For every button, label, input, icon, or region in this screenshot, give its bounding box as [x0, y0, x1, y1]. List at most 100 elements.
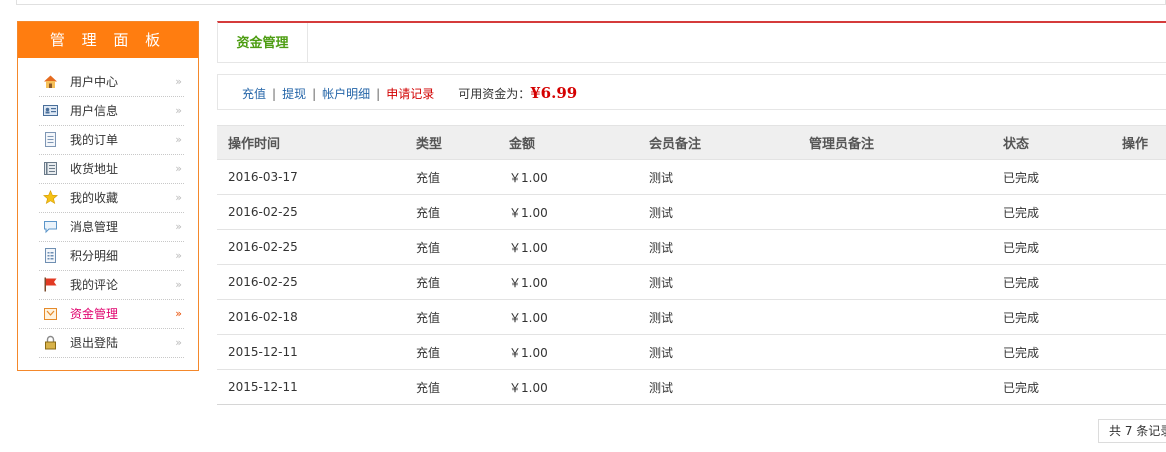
- chevron-right-icon: »: [175, 220, 182, 233]
- sidebar-item-label: 我的订单: [70, 133, 119, 147]
- cell-member-note: 测试: [649, 299, 809, 335]
- sidebar-item-user-center[interactable]: 用户中心 »: [39, 68, 184, 97]
- cell-member-note: 测试: [649, 334, 809, 370]
- cell-action: [1122, 299, 1166, 335]
- available-funds: 可用资金为：¥6.99: [458, 84, 578, 102]
- cell-action: [1122, 229, 1166, 265]
- pagination-summary: 共 7 条记录: [1098, 419, 1166, 443]
- management-panel: 管 理 面 板 用户中心 » 用户信息 » 我的订单 » 收货地址 » 我的收藏…: [17, 21, 199, 371]
- cell-action: [1122, 334, 1166, 370]
- cell-time: 2016-03-17: [217, 159, 416, 195]
- table-row: 2016-02-25 充值 ￥1.00 测试 已完成: [217, 229, 1166, 265]
- column-header-admin-note: 管理员备注: [809, 125, 1003, 160]
- sidebar-item-logout[interactable]: 退出登陆 »: [39, 329, 184, 358]
- cell-action: [1122, 369, 1166, 405]
- tab-bar: 资金管理: [217, 21, 1166, 63]
- cell-amount: ￥1.00: [509, 299, 649, 335]
- cell-amount: ￥1.00: [509, 369, 649, 405]
- cell-member-note: 测试: [649, 159, 809, 195]
- chevron-right-icon: »: [175, 191, 182, 204]
- tab-fund-management[interactable]: 资金管理: [218, 23, 308, 63]
- table-row: 2016-02-25 充值 ￥1.00 测试 已完成: [217, 264, 1166, 300]
- sidebar-item-messages[interactable]: 消息管理 »: [39, 213, 184, 242]
- sidebar-item-points-details[interactable]: 积分明细 »: [39, 242, 184, 271]
- chevron-right-icon: »: [175, 278, 182, 291]
- cell-status: 已完成: [1003, 369, 1122, 405]
- sidebar-item-label: 收货地址: [70, 162, 119, 176]
- sidebar-item-user-info[interactable]: 用户信息 »: [39, 97, 184, 126]
- available-funds-label: 可用资金为：: [458, 87, 531, 101]
- cell-admin-note: [809, 299, 1003, 335]
- cell-amount: ￥1.00: [509, 229, 649, 265]
- cell-action: [1122, 194, 1166, 230]
- sidebar-item-my-comments[interactable]: 我的评论 »: [39, 271, 184, 300]
- sidebar-menu: 用户中心 » 用户信息 » 我的订单 » 收货地址 » 我的收藏 » 消息管理 …: [39, 68, 184, 358]
- sidebar-item-label: 用户中心: [70, 75, 119, 89]
- cell-admin-note: [809, 159, 1003, 195]
- sidebar-item-label: 我的评论: [70, 278, 119, 292]
- cell-status: 已完成: [1003, 334, 1122, 370]
- cell-time: 2016-02-25: [217, 194, 416, 230]
- cell-type: 充值: [416, 264, 509, 300]
- cell-member-note: 测试: [649, 369, 809, 405]
- speech-bubble-icon: [43, 219, 58, 234]
- flag-icon: [43, 277, 58, 292]
- chevron-right-icon: »: [175, 133, 182, 146]
- document-icon: [43, 132, 58, 147]
- withdraw-link[interactable]: 提现: [282, 87, 306, 101]
- column-header-amount: 金额: [509, 125, 649, 160]
- cell-type: 充值: [416, 369, 509, 405]
- cell-member-note: 测试: [649, 264, 809, 300]
- table-row: 2016-02-18 充值 ￥1.00 测试 已完成: [217, 299, 1166, 335]
- sidebar-item-my-orders[interactable]: 我的订单 »: [39, 126, 184, 155]
- cell-admin-note: [809, 194, 1003, 230]
- table-row: 2016-02-25 充值 ￥1.00 测试 已完成: [217, 194, 1166, 230]
- column-header-type: 类型: [416, 125, 509, 160]
- separator: |: [312, 87, 317, 101]
- column-header-action: 操作: [1122, 125, 1166, 160]
- cell-type: 充值: [416, 299, 509, 335]
- cell-status: 已完成: [1003, 299, 1122, 335]
- separator: |: [376, 87, 381, 101]
- application-records-link[interactable]: 申请记录: [386, 87, 434, 101]
- cell-status: 已完成: [1003, 194, 1122, 230]
- cell-action: [1122, 159, 1166, 195]
- sidebar-item-label: 消息管理: [70, 220, 119, 234]
- cell-type: 充值: [416, 194, 509, 230]
- cell-member-note: 测试: [649, 229, 809, 265]
- cell-amount: ￥1.00: [509, 194, 649, 230]
- fund-actions-bar: 充值 | 提现 | 帐户明细 | 申请记录 可用资金为：¥6.99: [217, 74, 1166, 110]
- sidebar-item-shipping-address[interactable]: 收货地址 »: [39, 155, 184, 184]
- sidebar-item-label: 用户信息: [70, 104, 119, 118]
- cell-admin-note: [809, 264, 1003, 300]
- available-funds-value: ¥6.99: [530, 84, 578, 102]
- sidebar-item-label: 积分明细: [70, 249, 119, 263]
- sidebar-item-favorites[interactable]: 我的收藏 »: [39, 184, 184, 213]
- sidebar-item-label: 我的收藏: [70, 191, 119, 205]
- chevron-right-icon: »: [175, 162, 182, 175]
- cell-admin-note: [809, 229, 1003, 265]
- sidebar-item-label: 退出登陆: [70, 336, 119, 350]
- column-header-member-note: 会员备注: [649, 125, 809, 160]
- cell-type: 充值: [416, 159, 509, 195]
- sidebar-item-fund-management[interactable]: 资金管理 »: [39, 300, 184, 329]
- chevron-right-icon: »: [175, 104, 182, 117]
- account-details-link[interactable]: 帐户明细: [322, 87, 370, 101]
- cell-time: 2015-12-11: [217, 369, 416, 405]
- recharge-link[interactable]: 充值: [242, 87, 266, 101]
- table-header-row: 操作时间 类型 金额 会员备注 管理员备注 状态 操作: [217, 125, 1166, 160]
- chevron-right-icon: »: [175, 249, 182, 262]
- list-icon: [43, 248, 58, 263]
- cell-time: 2016-02-25: [217, 264, 416, 300]
- sidebar-item-label: 资金管理: [70, 307, 119, 321]
- cell-amount: ￥1.00: [509, 159, 649, 195]
- top-divider: [16, 0, 1166, 5]
- star-icon: [43, 190, 58, 205]
- cell-time: 2016-02-25: [217, 229, 416, 265]
- separator: |: [272, 87, 277, 101]
- cell-admin-note: [809, 334, 1003, 370]
- cell-type: 充值: [416, 334, 509, 370]
- fund-links: 充值 | 提现 | 帐户明细 | 申请记录 可用资金为：¥6.99: [242, 75, 577, 112]
- cell-action: [1122, 264, 1166, 300]
- panel-title: 管 理 面 板: [18, 22, 198, 58]
